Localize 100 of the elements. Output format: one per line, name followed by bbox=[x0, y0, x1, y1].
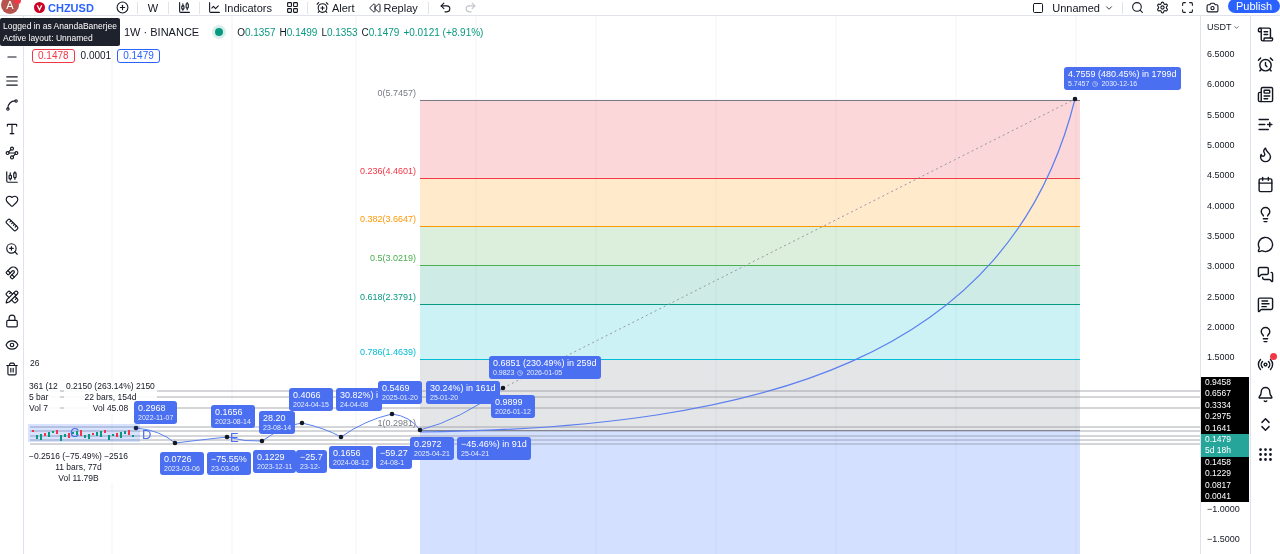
measure-text: 5 bar bbox=[29, 392, 49, 403]
price-tick: 5.5000 bbox=[1207, 109, 1235, 120]
curve-icon[interactable] bbox=[4, 98, 19, 112]
flame-icon[interactable] bbox=[1257, 146, 1274, 163]
alarm-clock-icon[interactable] bbox=[1257, 56, 1274, 73]
buy-price[interactable]: 0.1479 bbox=[117, 48, 160, 63]
label-value: 0.0726 bbox=[164, 454, 193, 464]
add-icon[interactable] bbox=[115, 1, 129, 14]
bell-icon[interactable] bbox=[1257, 386, 1274, 403]
heart-icon[interactable] bbox=[4, 194, 19, 208]
settings-icon[interactable] bbox=[1155, 1, 1169, 14]
point-marker bbox=[500, 385, 506, 391]
measure-text: −0.2516 (−75.49%) −2516 bbox=[29, 451, 128, 462]
alarm-clock-plus-icon bbox=[315, 1, 329, 14]
label-value: 0.1656 bbox=[215, 407, 244, 417]
price-tick: −1.5000 bbox=[1207, 533, 1240, 544]
list-plus-icon[interactable] bbox=[1257, 116, 1274, 133]
point-marker bbox=[417, 427, 423, 433]
zoom-in-icon[interactable] bbox=[4, 242, 19, 256]
tooltip-text: Active layout: Unnamed bbox=[3, 32, 94, 44]
measure-text: 0.2150 (263.14%) 2150 bbox=[66, 381, 155, 392]
replay-button[interactable]: Replay bbox=[368, 1, 418, 14]
point-marker bbox=[338, 434, 344, 440]
currency-selector[interactable]: USDT bbox=[1207, 21, 1240, 35]
ohlc-value: H0.1499 bbox=[279, 25, 318, 40]
fib-level-label: 0.786(1.4639) bbox=[359, 347, 416, 358]
alert-button[interactable]: Alert bbox=[315, 1, 355, 14]
point-marker bbox=[224, 434, 230, 440]
price-badge: 0.6567 bbox=[1201, 388, 1249, 400]
bar-countdown: 5d 18h bbox=[1205, 445, 1232, 457]
label-value: 30.24%) in 161d bbox=[430, 383, 496, 393]
dots-grid-icon[interactable] bbox=[1257, 446, 1274, 463]
search-icon[interactable] bbox=[1130, 1, 1144, 14]
point-letter: C bbox=[70, 426, 80, 439]
label-value: 0.4066 bbox=[293, 390, 322, 400]
price-badge: 0.2975 bbox=[1201, 411, 1249, 423]
price-tick: 4.5000 bbox=[1207, 170, 1235, 181]
trash-icon[interactable] bbox=[4, 362, 19, 376]
message-icon[interactable] bbox=[1257, 296, 1274, 313]
fib-level-label: 1(0.2981) bbox=[377, 417, 416, 428]
label-value: 0.5469 bbox=[382, 383, 411, 393]
candles-icon[interactable] bbox=[4, 170, 19, 184]
chart-line-icon bbox=[208, 1, 222, 14]
calendar-icon[interactable] bbox=[1257, 176, 1274, 193]
newspaper-icon[interactable] bbox=[1257, 86, 1274, 103]
camera-icon[interactable] bbox=[1205, 1, 1219, 14]
price-tick: 6.5000 bbox=[1207, 49, 1235, 60]
list-icon[interactable] bbox=[1257, 26, 1274, 43]
label-value: 4.7559 (480.45%) in 1799d bbox=[1068, 69, 1177, 79]
broadcast-icon[interactable] bbox=[1257, 356, 1274, 373]
point-marker bbox=[389, 411, 395, 417]
interval-button[interactable]: W bbox=[147, 1, 159, 14]
chat-bubble-icon[interactable] bbox=[1257, 236, 1274, 253]
price-tick: 4.0000 bbox=[1207, 200, 1235, 211]
ohlc-value: L0.1353 bbox=[321, 25, 358, 40]
undo-icon[interactable] bbox=[438, 1, 452, 14]
ohlc-value: O0.1357 bbox=[237, 25, 276, 40]
lines-icon[interactable] bbox=[4, 74, 19, 88]
pencil-ruler-icon[interactable] bbox=[4, 290, 19, 304]
label-value: −75.55% bbox=[211, 454, 247, 464]
nodes-icon[interactable] bbox=[4, 146, 19, 160]
symbol-name[interactable]: CHZUSD bbox=[48, 1, 94, 14]
fib-level-label: 0.5(3.0219) bbox=[369, 252, 416, 263]
label-value: 0.2972 bbox=[414, 439, 443, 449]
label-value: 28.20 bbox=[263, 413, 287, 423]
price-tick: 1.5000 bbox=[1207, 352, 1235, 363]
ruler-icon[interactable] bbox=[4, 218, 19, 232]
measure-text: Vol 11.79B bbox=[58, 473, 99, 484]
fib-level-label: 0(5.7457) bbox=[377, 87, 416, 98]
measure-text: Vol 45.08 bbox=[92, 403, 129, 414]
lock-icon[interactable] bbox=[4, 314, 19, 328]
fib-level-label: 0.236(4.4601) bbox=[359, 165, 416, 176]
eye-icon[interactable] bbox=[4, 338, 19, 352]
avatar[interactable]: A bbox=[1, 0, 19, 14]
price-tick: −1.0000 bbox=[1207, 503, 1240, 514]
price-change: +0.0121 (+8.91%) bbox=[403, 25, 484, 40]
measure-text: 22 bars, 154d bbox=[84, 392, 137, 403]
candles-icon[interactable] bbox=[178, 1, 192, 14]
layout-button[interactable]: Unnamed bbox=[1052, 1, 1114, 14]
price-tick: 6.0000 bbox=[1207, 79, 1235, 90]
label-value: −59.27 bbox=[380, 448, 408, 458]
publish-button[interactable]: Publish bbox=[1227, 0, 1280, 13]
chart-title: 1W · BINANCE bbox=[124, 25, 200, 40]
point-marker bbox=[1072, 96, 1078, 102]
fullscreen-icon[interactable] bbox=[1180, 1, 1194, 14]
label-value: 30.82%) i bbox=[340, 390, 379, 400]
spread-value: 0.0001 bbox=[80, 49, 112, 63]
grid-icon[interactable] bbox=[285, 1, 299, 14]
fib-level-label: 0.382(3.6647) bbox=[359, 213, 416, 224]
magnet-icon[interactable] bbox=[4, 266, 19, 280]
text-icon[interactable] bbox=[4, 122, 19, 136]
fib-level-label: 0.618(2.3791) bbox=[359, 291, 416, 302]
clock-icon bbox=[517, 369, 524, 376]
messages-icon[interactable] bbox=[1257, 266, 1274, 283]
indicators-button[interactable]: Indicators bbox=[208, 1, 272, 14]
rewind-icon bbox=[368, 1, 381, 14]
label-value: 0.9899 bbox=[495, 397, 524, 407]
point-marker bbox=[133, 425, 139, 431]
checkbox-icon[interactable] bbox=[1032, 1, 1045, 14]
sell-price[interactable]: 0.1478 bbox=[32, 48, 75, 63]
